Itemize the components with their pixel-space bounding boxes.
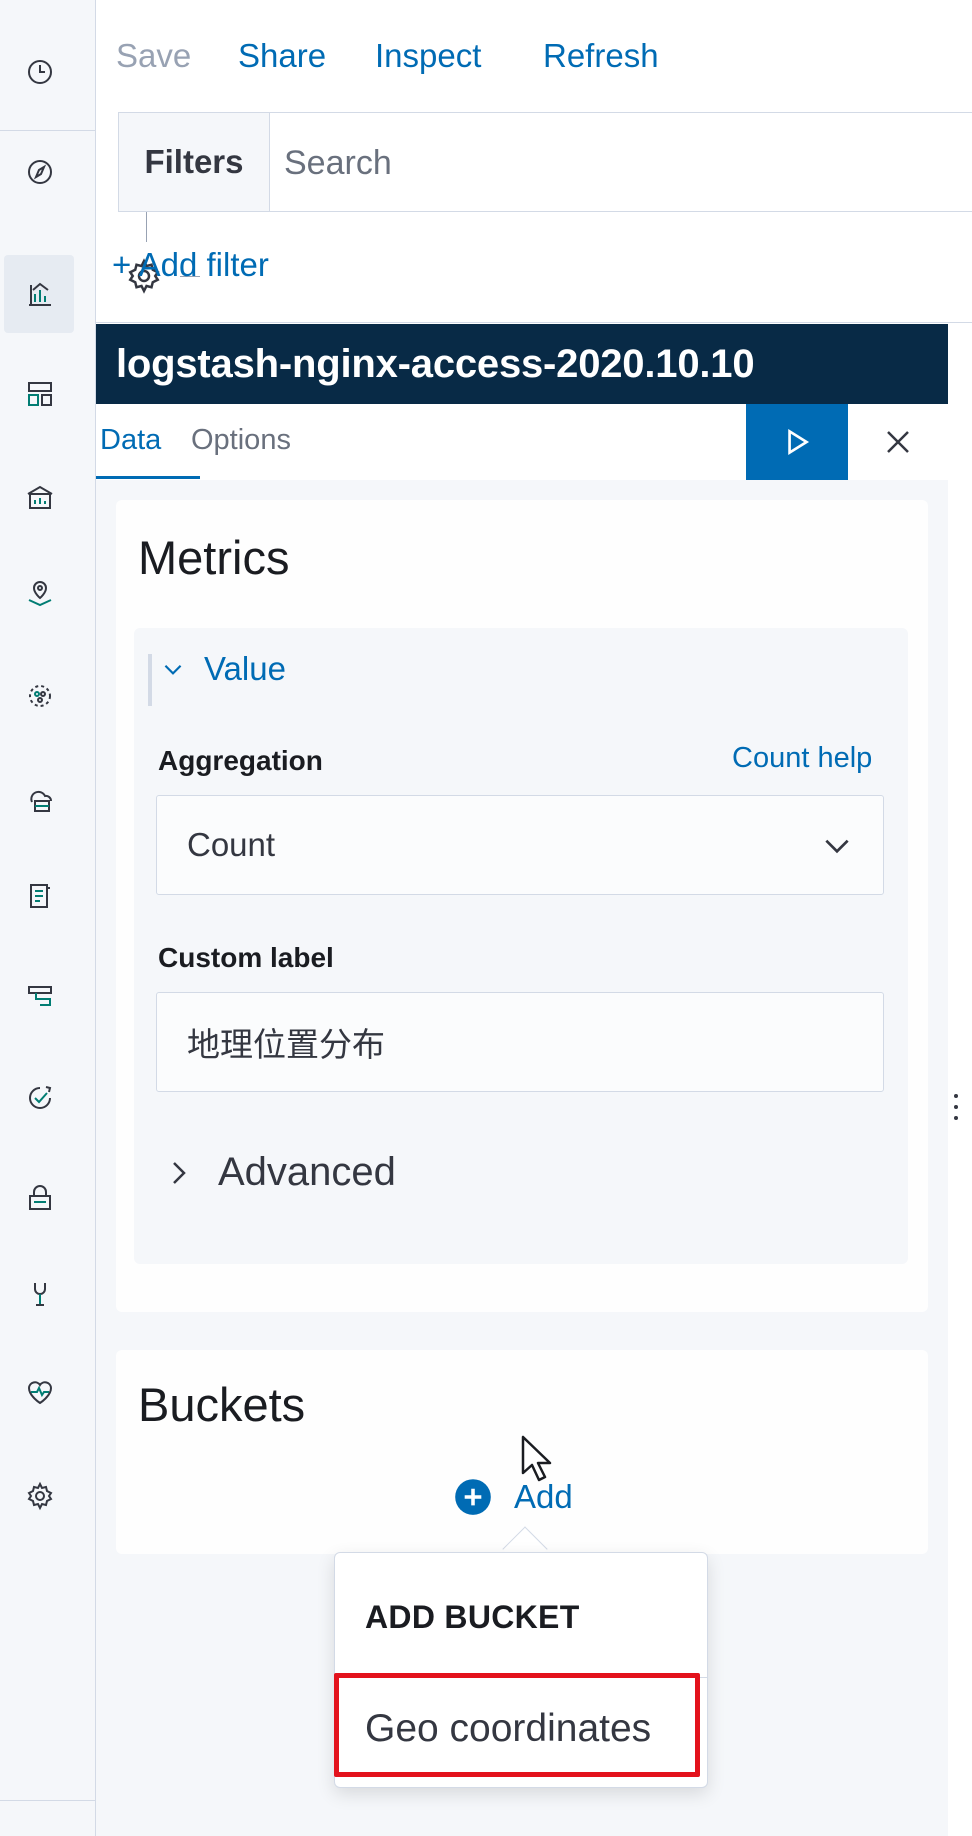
buckets-title: Buckets <box>138 1378 306 1431</box>
chevron-right-icon <box>173 1161 186 1184</box>
side-nav <box>0 0 96 1836</box>
nav-footer-divider <box>0 1800 96 1801</box>
value-accordion-toggle[interactable]: Value <box>160 650 286 688</box>
custom-label-title: Custom label <box>158 942 334 973</box>
nav-divider <box>0 130 96 131</box>
save-button[interactable]: Save <box>116 36 191 76</box>
plus-in-circle-icon <box>455 1479 491 1515</box>
recently-viewed-clock-icon[interactable] <box>20 52 60 92</box>
canvas-icon[interactable] <box>20 478 60 518</box>
advanced-label: Advanced <box>218 1150 396 1194</box>
siem-icon[interactable] <box>20 1178 60 1218</box>
visualize-icon[interactable] <box>20 274 60 314</box>
add-filter-button[interactable]: + Add filter <box>112 246 269 284</box>
resize-handle[interactable] <box>952 1094 960 1128</box>
metrics-title: Metrics <box>138 531 290 584</box>
apm-icon[interactable] <box>20 976 60 1016</box>
dev-tools-icon[interactable] <box>20 1274 60 1314</box>
filters-button[interactable]: Filters <box>119 113 270 211</box>
infrastructure-icon[interactable] <box>20 780 60 820</box>
inspect-button[interactable]: Inspect <box>375 36 481 76</box>
chevron-down-icon <box>164 664 182 675</box>
mouse-pointer-icon <box>521 1435 552 1482</box>
popover-title: ADD BUCKET <box>365 1599 580 1635</box>
accordion-edge <box>148 654 152 706</box>
selected-tab-indicator <box>96 476 200 479</box>
dashboard-icon[interactable] <box>20 374 60 414</box>
custom-label-input[interactable] <box>156 992 884 1092</box>
discard-changes-button[interactable] <box>874 418 922 466</box>
refresh-button[interactable]: Refresh <box>543 36 659 76</box>
search-input[interactable] <box>284 135 964 191</box>
advanced-toggle[interactable]: Advanced <box>164 1150 396 1195</box>
logs-icon[interactable] <box>20 876 60 916</box>
geo-coordinates-label: Geo coordinates <box>365 1707 652 1750</box>
header-divider <box>96 322 972 323</box>
top-nav-menu: Save Share Inspect Refresh <box>96 0 972 110</box>
uptime-icon[interactable] <box>20 1078 60 1118</box>
aggregation-label: Aggregation <box>158 745 323 776</box>
play-icon <box>788 428 810 456</box>
popover-divider <box>335 1677 707 1678</box>
machine-learning-icon[interactable] <box>20 676 60 716</box>
chevron-down-icon <box>825 839 849 854</box>
maps-icon[interactable] <box>20 574 60 614</box>
add-bucket-popover: ADD BUCKET Geo coordinates <box>334 1552 708 1788</box>
aggregation-selected-value: Count <box>187 826 276 863</box>
discover-compass-icon[interactable] <box>20 152 60 192</box>
apply-changes-button[interactable] <box>746 404 848 480</box>
query-bar: Filters <box>118 112 972 212</box>
stack-monitoring-icon[interactable] <box>20 1372 60 1412</box>
index-pattern-title: logstash-nginx-access-2020.10.10 <box>96 324 948 404</box>
tab-options[interactable]: Options <box>191 424 291 457</box>
share-button[interactable]: Share <box>238 36 326 76</box>
geo-coordinates-option[interactable]: Geo coordinates <box>335 1679 707 1785</box>
aggregation-select[interactable]: Count <box>156 795 884 895</box>
value-label: Value <box>204 650 286 687</box>
tab-data[interactable]: Data <box>100 424 161 457</box>
close-icon <box>887 431 909 453</box>
management-gear-icon[interactable] <box>20 1476 60 1516</box>
count-help-link[interactable]: Count help <box>732 742 872 775</box>
filter-connector-line <box>146 212 147 242</box>
